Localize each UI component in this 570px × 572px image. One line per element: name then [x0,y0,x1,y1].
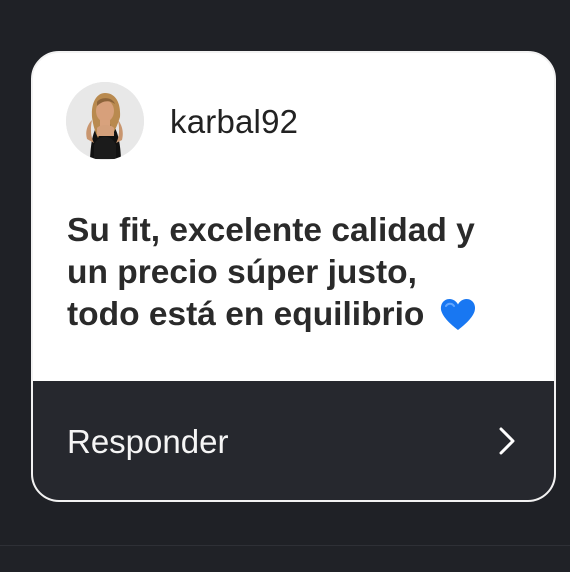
story-reply-card[interactable]: karbal92 Su fit, excelente calidad y un … [31,51,556,502]
message-line: un precio súper justo, [67,254,417,291]
chevron-right-icon [499,427,515,455]
reply-button[interactable]: Responder [33,381,554,500]
blue-heart-icon [440,299,475,330]
message-text: Su fit, excelente calidad y un precio sú… [67,210,537,336]
avatar [66,82,144,160]
reply-label: Responder [67,423,229,460]
username: karbal92 [170,103,299,140]
message-line: Su fit, excelente calidad y [67,212,475,249]
message-line-with-emoji: todo está en equilibrio [67,294,537,336]
reply-footer: Responder [33,381,554,500]
story-reply-screen: karbal92 Su fit, excelente calidad y un … [0,0,570,572]
background-divider [0,545,570,572]
message-line-text: todo está en equilibrio [67,296,425,333]
profile-photo-icon [66,82,144,160]
message-card-body: karbal92 Su fit, excelente calidad y un … [33,53,554,381]
